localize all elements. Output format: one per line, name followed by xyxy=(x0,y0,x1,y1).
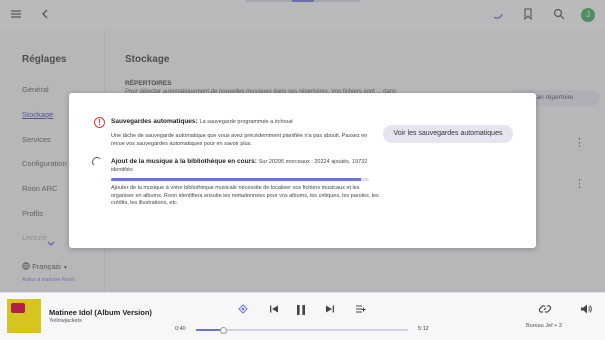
queue-icon[interactable] xyxy=(355,304,366,318)
import-notice-title: Ajout de la musique à la bibliothèque en… xyxy=(111,158,376,174)
radio-icon[interactable] xyxy=(238,304,248,318)
previous-track-icon[interactable] xyxy=(269,304,279,318)
volume-icon[interactable] xyxy=(580,303,592,319)
album-cover[interactable] xyxy=(7,299,41,333)
now-playing-bar: Matinee Idol (Album Version) Yellowjacke… xyxy=(0,292,605,340)
spinner-icon xyxy=(92,157,102,167)
elapsed-time: 0:40 xyxy=(175,326,186,332)
link-zone-icon[interactable] xyxy=(538,302,552,320)
view-backups-button[interactable]: Voir les sauvegardes automatiques xyxy=(383,125,513,143)
album-cover-art-shape xyxy=(11,303,25,313)
backup-notice-body: Une tâche de sauvegarde automatique que … xyxy=(111,133,368,147)
backup-notice-title: Sauvegardes automatiques: La sauvegarde … xyxy=(111,118,293,125)
backup-title-label: Sauvegardes automatiques: xyxy=(111,118,198,125)
notifications-dialog: ! Sauvegardes automatiques: La sauvegard… xyxy=(69,93,536,248)
zone-name[interactable]: Bureau Jef + 3 xyxy=(526,323,562,329)
track-title[interactable]: Matinee Idol (Album Version) xyxy=(49,308,152,317)
import-title-label: Ajout de la musique à la bibliothèque en… xyxy=(111,158,257,165)
import-notice-body: Ajouter de la musique à votre bibliothèq… xyxy=(111,185,379,206)
warning-icon: ! xyxy=(94,117,105,128)
track-artist[interactable]: Yellowjackets xyxy=(49,318,82,324)
import-progress-bar xyxy=(111,178,369,181)
pause-icon[interactable] xyxy=(295,304,307,320)
next-track-icon[interactable] xyxy=(325,304,335,318)
seek-handle[interactable] xyxy=(219,326,227,334)
seek-bar[interactable] xyxy=(196,326,408,334)
backup-subtitle: La sauvegarde programmée a échoué xyxy=(199,119,293,125)
track-duration: 5:12 xyxy=(418,326,429,332)
import-progress-fill xyxy=(111,178,362,181)
